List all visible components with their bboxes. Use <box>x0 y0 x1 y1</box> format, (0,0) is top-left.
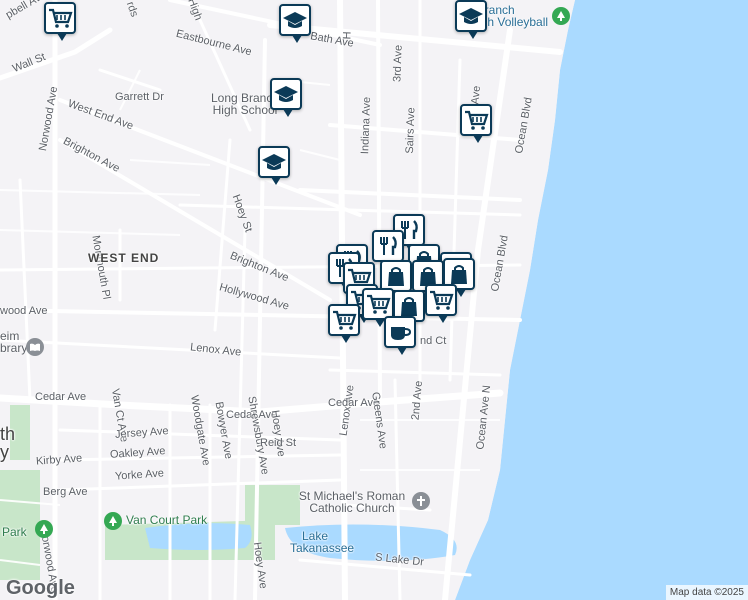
restaurant-icon <box>380 236 397 255</box>
shopping-cart-icon <box>367 294 391 314</box>
street-label: wood Ave <box>0 305 48 317</box>
shopping-cart-icon <box>333 310 357 330</box>
city-name-line1: th <box>0 424 16 444</box>
coffee-icon <box>391 327 412 340</box>
park-icon[interactable] <box>104 512 122 530</box>
park-icon[interactable] <box>35 520 53 538</box>
shopping-bag-icon <box>451 265 467 284</box>
van-court-park-label[interactable]: Van Court Park <box>126 514 207 526</box>
school-icon <box>459 8 483 24</box>
school-icon <box>274 86 298 102</box>
library-name-line2: brary <box>0 341 28 355</box>
library-icon[interactable] <box>26 338 44 356</box>
shopping-bag-icon <box>388 267 404 286</box>
shopping-cart-marker[interactable] <box>44 2 76 41</box>
street-label: nd Ct <box>420 335 447 347</box>
street-label: Sairs Ave <box>403 107 418 154</box>
church-label[interactable]: St Michael's Roman Catholic Church <box>282 490 422 514</box>
school-icon <box>283 12 307 28</box>
church-name-line2: Catholic Church <box>309 501 395 515</box>
coffee-marker[interactable] <box>384 316 416 355</box>
map-attribution[interactable]: Map data ©2025 <box>665 585 748 600</box>
shopping-cart-marker[interactable] <box>460 104 492 143</box>
lake-name-line2: Takanassee <box>290 541 355 555</box>
church-icon[interactable] <box>412 492 430 510</box>
shopping-cart-icon <box>430 290 454 310</box>
google-logo: Google <box>6 577 75 599</box>
lake-label: Lake Takanassee <box>290 530 354 554</box>
street-label: Berg Ave <box>43 486 88 498</box>
shopping-cart-marker[interactable] <box>425 284 457 323</box>
map-canvas[interactable]: pbell Ave Wall St Norwood Ave West End A… <box>0 0 748 600</box>
school-marker[interactable] <box>270 78 302 117</box>
park-label[interactable]: Park <box>2 526 27 538</box>
city-name-line2: y <box>0 442 9 462</box>
park-icon[interactable] <box>552 7 570 25</box>
shopping-cart-icon <box>465 110 489 130</box>
street-label: Reid St <box>260 437 297 449</box>
city-label: th y <box>0 425 15 461</box>
school-icon <box>262 154 286 170</box>
street-label: Garrett Dr <box>115 91 164 103</box>
area-label: WEST END <box>88 251 160 265</box>
school-marker[interactable] <box>279 4 311 43</box>
library-label[interactable]: eim brary <box>0 330 27 354</box>
shopping-cart-marker[interactable] <box>328 304 360 343</box>
street-label: Indiana Ave <box>359 96 374 155</box>
restaurant-marker[interactable] <box>372 230 404 269</box>
street-label: H <box>341 31 354 40</box>
street-label: 3rd Ave <box>391 44 405 83</box>
shopping-bag-icon <box>401 297 417 316</box>
street-label: Cedar Ave <box>35 391 87 403</box>
school-marker[interactable] <box>455 0 487 39</box>
shopping-cart-icon <box>49 8 73 28</box>
school-marker[interactable] <box>258 146 290 185</box>
